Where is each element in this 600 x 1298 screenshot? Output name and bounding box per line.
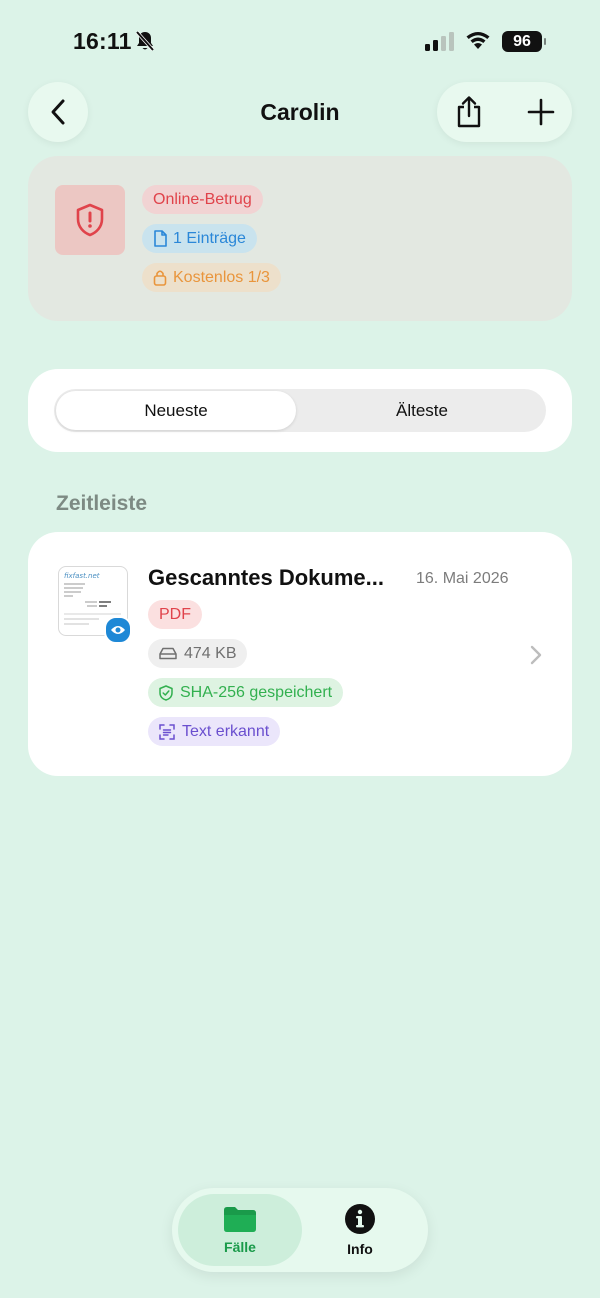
sort-oldest-segment[interactable]: Älteste: [300, 391, 544, 430]
share-icon: [457, 96, 481, 128]
shield-alert-icon: [76, 203, 104, 237]
preview-badge[interactable]: [104, 616, 132, 644]
file-type-label: PDF: [159, 605, 191, 623]
file-type-badge: PDF: [148, 600, 202, 629]
sort-card: Neueste Älteste: [28, 369, 572, 452]
folder-icon: [224, 1207, 256, 1232]
file-size-label: 474 KB: [184, 644, 237, 662]
chevron-right-icon: [530, 645, 542, 670]
entries-badge: 1 Einträge: [142, 224, 257, 253]
category-badge: Online-Betrug: [142, 185, 263, 214]
wifi-icon: [464, 30, 492, 56]
entry-date: 16. Mai 2026: [416, 570, 509, 587]
ocr-label: Text erkannt: [182, 722, 270, 740]
file-size-badge: 474 KB: [148, 639, 248, 668]
plus-icon: [527, 98, 555, 126]
case-detail-screen: 16:11 96 Carolin Online-Betrug 1 Einträg…: [0, 0, 600, 1298]
ocr-badge: Text erkannt: [148, 717, 281, 746]
tab-bar: Fälle Info: [172, 1188, 428, 1272]
case-summary-card: Online-Betrug 1 Einträge Kostenlos 1/3: [28, 156, 572, 321]
info-icon: [345, 1204, 375, 1234]
hash-badge: SHA-256 gespeichert: [148, 678, 344, 707]
category-label: Online-Betrug: [153, 190, 252, 208]
case-category-icon-tile: [55, 185, 125, 255]
bell-muted-icon: [135, 30, 155, 57]
entries-label: 1 Einträge: [173, 229, 246, 247]
sort-segmented-control: Neueste Älteste: [54, 389, 546, 432]
add-button[interactable]: [523, 94, 559, 130]
svg-text:fixfast.net: fixfast.net: [64, 572, 100, 580]
share-button[interactable]: [451, 94, 487, 130]
eye-icon: [111, 626, 125, 634]
nav-actions-group: [437, 82, 572, 142]
plan-label: Kostenlos 1/3: [173, 268, 270, 286]
status-time: 16:11: [73, 28, 132, 54]
cellular-signal-icon: [425, 32, 455, 56]
tab-cases[interactable]: Fälle: [178, 1194, 302, 1266]
drive-icon: [159, 647, 177, 660]
tab-cases-label: Fälle: [224, 1239, 256, 1255]
plan-badge: Kostenlos 1/3: [142, 263, 281, 292]
sort-newest-segment[interactable]: Neueste: [56, 391, 296, 430]
hash-label: SHA-256 gespeichert: [180, 683, 333, 701]
document-icon: [154, 230, 167, 247]
battery-indicator: 96: [502, 31, 546, 52]
timeline-section-title: Zeitleiste: [56, 492, 148, 515]
tab-info-label: Info: [347, 1241, 373, 1257]
entry-title: Gescanntes Dokume...: [148, 565, 384, 590]
shield-check-icon: [159, 684, 173, 701]
tab-info[interactable]: Info: [298, 1194, 422, 1266]
timeline-entry[interactable]: fixfast.net Gescanntes Dokume... 16. Mai…: [28, 532, 572, 776]
lock-icon: [153, 270, 167, 286]
text-scan-icon: [159, 723, 175, 740]
